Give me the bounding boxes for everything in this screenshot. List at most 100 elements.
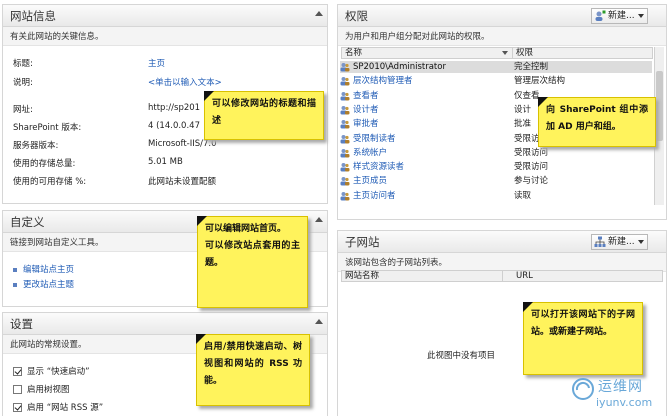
note-corner <box>197 216 207 226</box>
chevron-down-icon <box>637 14 644 18</box>
rss-checkbox[interactable] <box>13 403 22 412</box>
permission-name[interactable]: 受限制读者 <box>353 133 396 145</box>
collapse-icon[interactable] <box>315 319 323 324</box>
site-info-description: 有关此网站的关键信息。 <box>3 27 327 46</box>
label-version: SharePoint 版本: <box>13 123 82 133</box>
note-corner <box>538 97 548 107</box>
site-info-title: 网站信息 <box>10 9 56 23</box>
description-edit-link[interactable]: <单击以输入文本> <box>148 76 222 88</box>
change-theme-link[interactable]: 更改站点主题 <box>23 280 74 290</box>
permissions-grid-header: 名称 权限 <box>341 47 653 59</box>
note-corner <box>196 334 206 344</box>
chevron-down-icon <box>637 240 644 244</box>
quick-launch-checkbox[interactable] <box>13 367 22 376</box>
edit-home-link[interactable]: 编辑站点主页 <box>23 265 74 275</box>
watermark-url: iyunv.com <box>596 396 653 409</box>
col-name[interactable]: 名称 <box>345 48 362 59</box>
permission-name[interactable]: 样式资源读者 <box>353 161 404 173</box>
user-group-icon <box>340 177 350 186</box>
permission-level: 仅查看 <box>514 90 540 101</box>
permission-row[interactable]: 系统帐户 受限访问 <box>340 147 652 159</box>
label-title: 标题: <box>13 59 33 69</box>
note-site-info-text: 可以修改网站的标题和描述 <box>212 99 316 126</box>
url-value: http://sp201 <box>148 103 201 113</box>
quota-value: 此网站未设置配额 <box>148 177 217 187</box>
collapse-icon[interactable] <box>315 11 323 16</box>
user-group-icon <box>340 77 350 86</box>
label-quota: 使用的可用存储 %: <box>13 177 87 187</box>
col-site-name[interactable]: 网站名称 <box>345 271 379 282</box>
user-group-icon <box>340 120 350 129</box>
subsites-title: 子网站 <box>345 235 380 249</box>
note-settings: 启用/禁用快速启动、树视图和网站的 RSS 功能。 <box>196 334 310 406</box>
permission-level: 受限访问 <box>514 147 549 158</box>
note-settings-text: 启用/禁用快速启动、树视图和网站的 RSS 功能。 <box>204 342 302 386</box>
settings-title: 设置 <box>10 317 33 331</box>
new-subsite-label: 新建... <box>608 237 635 247</box>
permission-name[interactable]: 主页成员 <box>353 175 387 187</box>
permission-name[interactable]: SP2010\Administrator <box>353 61 446 73</box>
quick-launch-option[interactable]: 显示 “快速启动” <box>13 365 90 377</box>
note-customize-text-b: 可以修改站点套用的主题。 <box>205 241 300 268</box>
note-permissions-text: 向 SharePoint 组中添加 AD 用户和组。 <box>546 105 648 132</box>
watermark-logo-icon <box>572 378 594 400</box>
note-customize-text-a: 可以编辑网站首页。 <box>205 224 287 234</box>
note-corner <box>523 302 533 312</box>
customize-title: 自定义 <box>10 215 45 229</box>
rss-label: 启用 “网站 RSS 源” <box>27 403 104 413</box>
permission-name[interactable]: 查看者 <box>353 90 379 102</box>
note-permissions: 向 SharePoint 组中添加 AD 用户和组。 <box>538 97 656 147</box>
permission-row[interactable]: SP2010\Administrator 完全控制 <box>340 61 652 73</box>
permission-row[interactable]: 主页访问者 读取 <box>340 190 652 202</box>
subsites-empty-message: 此视图中没有项目 <box>427 351 496 361</box>
col-permission[interactable]: 权限 <box>516 48 533 59</box>
col-url[interactable]: URL <box>516 271 533 282</box>
sitemap-icon <box>594 236 606 247</box>
label-url: 网址: <box>13 105 33 115</box>
user-group-icon <box>340 163 350 172</box>
permissions-description: 为用户和用户组分配对此网站的权限。 <box>338 27 666 46</box>
permission-level: 参与讨论 <box>514 176 549 187</box>
note-subsites: 可以打开该网站下的子网站。或新建子网站。 <box>523 302 643 375</box>
add-user-icon <box>595 10 606 21</box>
tree-view-label: 启用树视图 <box>27 385 70 395</box>
note-site-info: 可以修改网站的标题和描述 <box>204 91 324 140</box>
site-title-link[interactable]: 主页 <box>148 57 165 69</box>
permission-row[interactable]: 样式资源读者 受限访问 <box>340 161 652 173</box>
tree-view-option[interactable]: 启用树视图 <box>13 383 70 395</box>
tree-view-checkbox[interactable] <box>13 385 22 394</box>
permission-name[interactable]: 主页访问者 <box>353 190 396 202</box>
permission-row[interactable]: 层次结构管理者 管理层次结构 <box>340 75 652 87</box>
note-customize: 可以编辑网站首页。 可以修改站点套用的主题。 <box>197 216 308 308</box>
new-permission-label: 新建... <box>608 11 635 21</box>
user-group-icon <box>340 148 350 158</box>
permission-name[interactable]: 设计者 <box>353 104 379 116</box>
user-group-icon <box>340 134 350 143</box>
settings-header: 设置 <box>3 313 327 335</box>
bullet-icon <box>13 267 17 272</box>
permission-name[interactable]: 系统帐户 <box>353 147 387 159</box>
label-server: 服务器版本: <box>13 141 59 151</box>
sort-icon[interactable] <box>502 51 508 55</box>
permission-level: 批准 <box>514 119 532 130</box>
subsites-grid-header: 网站名称 URL <box>341 270 663 282</box>
version-value: 4 (14.0.0.47 <box>148 121 200 131</box>
new-subsite-button[interactable]: 新建... <box>591 234 648 250</box>
permission-level: 读取 <box>514 190 532 201</box>
edit-home-link-row[interactable]: 编辑站点主页 <box>13 263 74 275</box>
new-permission-button[interactable]: 新建... <box>591 8 648 24</box>
permission-level: 设计 <box>514 104 532 115</box>
permissions-title: 权限 <box>345 9 368 23</box>
bullet-icon <box>13 282 17 287</box>
label-storage: 使用的存储总量: <box>13 159 76 169</box>
permission-name[interactable]: 审批者 <box>353 118 379 130</box>
user-group-icon <box>340 191 350 201</box>
permission-row[interactable]: 主页成员 参与讨论 <box>340 175 652 187</box>
permission-level: 受限访问 <box>514 162 549 173</box>
change-theme-link-row[interactable]: 更改站点主题 <box>13 278 74 290</box>
permission-level: 管理层次结构 <box>514 76 566 87</box>
scrollbar-thumb[interactable] <box>656 71 663 141</box>
collapse-icon[interactable] <box>315 217 323 222</box>
permission-name[interactable]: 层次结构管理者 <box>353 75 413 87</box>
rss-option[interactable]: 启用 “网站 RSS 源” <box>13 401 103 413</box>
